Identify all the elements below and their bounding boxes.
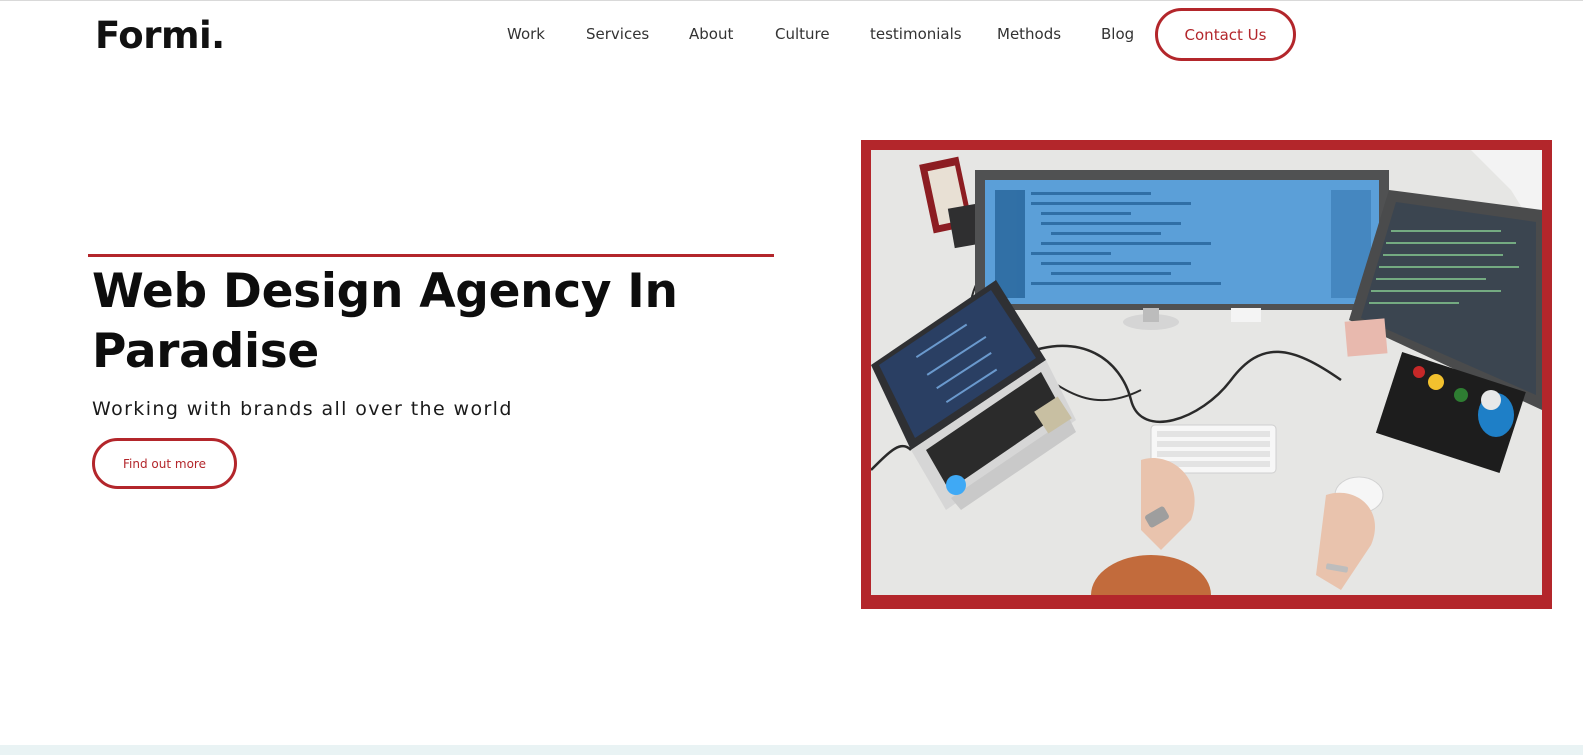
contact-us-button[interactable]: Contact Us xyxy=(1155,8,1296,61)
nav-link-blog[interactable]: Blog xyxy=(1101,25,1134,43)
hero-divider xyxy=(88,254,774,257)
nav-link-about[interactable]: About xyxy=(689,25,733,43)
hero-image-frame xyxy=(861,140,1552,609)
find-out-more-button[interactable]: Find out more xyxy=(92,438,237,489)
workspace-illustration xyxy=(871,150,1542,595)
bottom-strip xyxy=(0,745,1583,755)
nav-link-services[interactable]: Services xyxy=(586,25,649,43)
hero-title: Web Design Agency In Paradise xyxy=(92,264,678,379)
nav-link-methods[interactable]: Methods xyxy=(997,25,1061,43)
main-nav: Work Services About Culture testimonials… xyxy=(0,0,1583,70)
nav-link-testimonials[interactable]: testimonials xyxy=(870,25,962,43)
desk-workspace-photo-icon xyxy=(871,150,1542,595)
nav-link-work[interactable]: Work xyxy=(507,25,545,43)
hero-subtitle: Working with brands all over the world xyxy=(92,398,513,420)
nav-link-culture[interactable]: Culture xyxy=(775,25,830,43)
